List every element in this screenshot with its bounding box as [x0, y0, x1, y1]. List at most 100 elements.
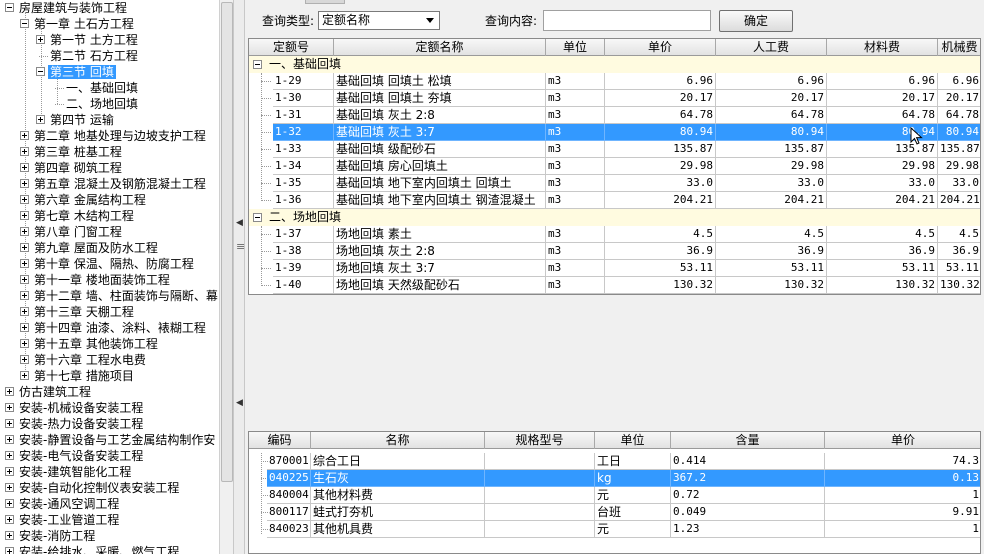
quota-row[interactable]: 1-40 场地回填 天然级配砂石 m3 130.32 130.32 130.32 130.3…: [249, 277, 980, 294]
tree-item[interactable]: 第七章 木结构工程: [20, 208, 134, 224]
expand-icon[interactable]: [20, 227, 29, 236]
group-row[interactable]: 一、基础回填: [249, 56, 980, 73]
query-content-input[interactable]: [543, 10, 711, 31]
collapse-left-arrow-icon[interactable]: ◀: [236, 218, 243, 228]
expand-icon[interactable]: [5, 467, 14, 476]
expand-icon[interactable]: [20, 131, 29, 140]
resource-row[interactable]: 800117 蛙式打夯机 台班 0.049 9.91: [249, 504, 980, 521]
tree-item[interactable]: 安装-建筑智能化工程: [5, 464, 131, 480]
expand-icon[interactable]: [20, 259, 29, 268]
quota-col-header[interactable]: 定额号: [249, 39, 334, 56]
quota-row[interactable]: 1-36 基础回填 地下室内回填土 钢渣混凝土 m3 204.21 204.21 204.…: [249, 192, 980, 209]
tree-item[interactable]: 安装-静置设备与工艺金属结构制作安: [5, 432, 215, 448]
tree-item[interactable]: 第十章 保温、隔热、防腐工程: [20, 256, 194, 272]
tree-item[interactable]: 第十六章 工程水电费: [20, 352, 146, 368]
expand-icon[interactable]: [36, 115, 45, 124]
expand-icon[interactable]: [5, 435, 14, 444]
tree-item[interactable]: 安装-给排水、采暖、燃气工程: [5, 544, 179, 554]
tree-item[interactable]: 第六章 金属结构工程: [20, 192, 146, 208]
tree-item[interactable]: 仿古建筑工程: [5, 384, 91, 400]
tree-item[interactable]: 第十三章 天棚工程: [20, 304, 134, 320]
tree-item[interactable]: 第十七章 措施项目: [20, 368, 134, 384]
tree-item[interactable]: 安装-通风空调工程: [5, 496, 119, 512]
resource-col-header[interactable]: 单价: [825, 432, 980, 449]
tree-item[interactable]: 房屋建筑与装饰工程: [5, 0, 127, 16]
quota-row[interactable]: 1-30 基础回填 回填土 夯填 m3 20.17 20.17 20.17 20.17: [249, 90, 980, 107]
quota-row[interactable]: 1-31 基础回填 灰土 2:8 m3 64.78 64.78 64.78 64.78: [249, 107, 980, 124]
quota-col-header[interactable]: 机械费: [938, 39, 980, 56]
tree-item[interactable]: 第二章 地基处理与边坡支护工程: [20, 128, 206, 144]
quota-col-header[interactable]: 材料费: [827, 39, 938, 56]
tree-item[interactable]: 第五章 混凝土及钢筋混凝土工程: [20, 176, 206, 192]
expand-icon[interactable]: [5, 483, 14, 492]
resource-col-header[interactable]: 含量: [671, 432, 825, 449]
tree-item[interactable]: 第九章 屋面及防水工程: [20, 240, 158, 256]
expand-icon[interactable]: [5, 451, 14, 460]
expand-icon[interactable]: [20, 147, 29, 156]
tree-item[interactable]: 第二节 石方工程: [36, 48, 138, 64]
tree-item[interactable]: 一、基础回填: [52, 80, 138, 96]
tree-item[interactable]: 第十一章 楼地面装饰工程: [20, 272, 170, 288]
tree-scrollbar[interactable]: [219, 0, 233, 554]
quota-col-header[interactable]: 单价: [605, 39, 716, 56]
expand-icon[interactable]: [36, 35, 45, 44]
expand-icon[interactable]: [20, 211, 29, 220]
resource-row[interactable]: 870001 综合工日 工日 0.414 74.3: [249, 453, 980, 470]
resource-col-header[interactable]: 编码: [249, 432, 311, 449]
expand-icon[interactable]: [20, 323, 29, 332]
quota-row[interactable]: 1-38 场地回填 灰土 2:8 m3 36.9 36.9 36.9 36.9: [249, 243, 980, 260]
tree-scrollbar-thumb[interactable]: [221, 2, 233, 482]
expand-icon[interactable]: [20, 371, 29, 380]
category-tree[interactable]: 房屋建筑与装饰工程 第一章 土石方工程 第一节 土方工程 第二节 石方工程 第三节 回填…: [0, 0, 219, 554]
collapse-icon[interactable]: [36, 67, 45, 76]
expand-icon[interactable]: [20, 275, 29, 284]
quota-row[interactable]: 1-37 场地回填 素土 m3 4.5 4.5 4.5 4.5: [249, 226, 980, 243]
tree-item[interactable]: 第十四章 油漆、涂料、裱糊工程: [20, 320, 206, 336]
tree-item[interactable]: 安装-自动化控制仪表安装工程: [5, 480, 179, 496]
quota-row[interactable]: 1-35 基础回填 地下室内回填土 回填土 m3 33.0 33.0 33.0 33.0: [249, 175, 980, 192]
tree-item[interactable]: 第八章 门窗工程: [20, 224, 122, 240]
expand-icon[interactable]: [20, 243, 29, 252]
tree-item[interactable]: 安装-电气设备安装工程: [5, 448, 143, 464]
tree-item[interactable]: 第十二章 墙、柱面装饰与隔断、幕: [20, 288, 218, 304]
confirm-button[interactable]: 确定: [719, 10, 793, 32]
expand-icon[interactable]: [20, 179, 29, 188]
tree-item[interactable]: 第一节 土方工程: [36, 32, 138, 48]
collapse-icon[interactable]: [253, 213, 262, 222]
quota-row[interactable]: 1-34 基础回填 房心回填土 m3 29.98 29.98 29.98 29.98: [249, 158, 980, 175]
tree-item[interactable]: 第四节 运输: [36, 112, 114, 128]
expand-icon[interactable]: [20, 307, 29, 316]
collapse-icon[interactable]: [5, 3, 14, 12]
quota-col-header[interactable]: 单位: [546, 39, 605, 56]
resource-row[interactable]: 040225 生石灰 kg 367.2 0.13: [249, 470, 980, 487]
resource-row[interactable]: 840004 其他材料费 元 0.72 1: [249, 487, 980, 504]
tree-item[interactable]: 第三章 桩基工程: [20, 144, 122, 160]
expand-icon[interactable]: [5, 547, 14, 554]
tree-item[interactable]: 第四章 砌筑工程: [20, 160, 122, 176]
query-type-select[interactable]: 定额名称: [318, 11, 440, 30]
collapse-left-arrow-icon-2[interactable]: ◀: [236, 398, 243, 408]
quota-row[interactable]: 1-29 基础回填 回填土 松填 m3 6.96 6.96 6.96 6.96: [249, 73, 980, 90]
tree-item[interactable]: 安装-工业管道工程: [5, 512, 119, 528]
tree-item[interactable]: 安装-消防工程: [5, 528, 95, 544]
collapse-icon[interactable]: [253, 60, 262, 69]
expand-icon[interactable]: [20, 291, 29, 300]
expand-icon[interactable]: [20, 339, 29, 348]
expand-icon[interactable]: [20, 163, 29, 172]
quota-row[interactable]: 1-32 基础回填 灰土 3:7 m3 80.94 80.94 80.94 80.94: [249, 124, 980, 141]
expand-icon[interactable]: [5, 515, 14, 524]
expand-icon[interactable]: [5, 387, 14, 396]
expand-icon[interactable]: [20, 195, 29, 204]
resource-row[interactable]: 840023 其他机具费 元 1.23 1: [249, 521, 980, 538]
resource-table[interactable]: 编码 名称 规格型号 单位 含量 单价 870001 综合工日 工日 0.414 74.3 0402…: [248, 431, 981, 554]
resource-col-header[interactable]: 名称: [311, 432, 485, 449]
tree-item[interactable]: 安装-热力设备安装工程: [5, 416, 143, 432]
quota-table[interactable]: 定额号 定额名称 单位 单价 人工费 材料费 机械费 一、基础回填 1-29 基础回填 回填土 …: [248, 38, 981, 295]
quota-col-header[interactable]: 定额名称: [334, 39, 546, 56]
tab-strip[interactable]: [305, 0, 345, 4]
tree-item[interactable]: 安装-机械设备安装工程: [5, 400, 143, 416]
tree-item[interactable]: 第一章 土石方工程: [20, 16, 134, 32]
expand-icon[interactable]: [5, 419, 14, 428]
collapse-icon[interactable]: [20, 19, 29, 28]
quota-row[interactable]: 1-39 场地回填 灰土 3:7 m3 53.11 53.11 53.11 53.11: [249, 260, 980, 277]
